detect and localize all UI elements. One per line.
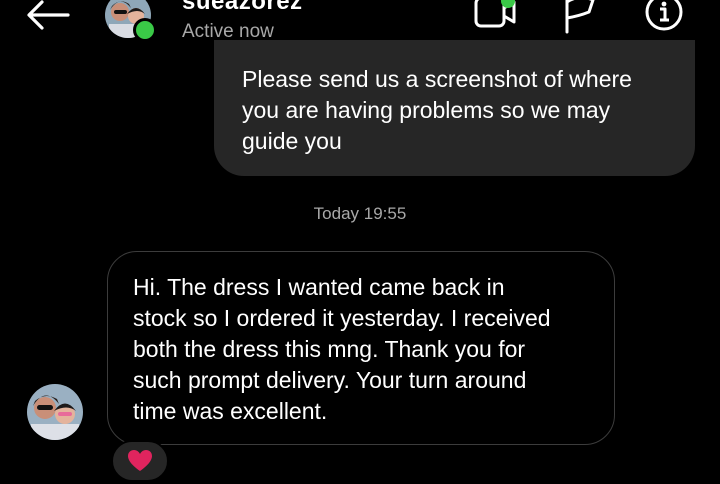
- incoming-message-bubble[interactable]: Hi. The dress I wanted came back in stoc…: [107, 251, 615, 445]
- heart-icon: [128, 450, 152, 471]
- flag-icon: [565, 0, 595, 34]
- online-indicator: [133, 18, 157, 42]
- heart-reaction[interactable]: [111, 440, 169, 482]
- report-button[interactable]: [561, 0, 601, 34]
- video-camera-icon: [474, 0, 516, 28]
- message-timestamp: Today 19:55: [313, 204, 407, 223]
- back-button[interactable]: [22, 0, 72, 30]
- incoming-message-text: Hi. The dress I wanted came back in stoc…: [133, 274, 551, 424]
- sender-avatar[interactable]: [27, 384, 83, 440]
- outgoing-message-text: Please send us a screenshot of where you…: [242, 66, 632, 154]
- contact-avatar[interactable]: [105, 0, 157, 42]
- outgoing-message-bubble[interactable]: Please send us a screenshot of where you…: [214, 40, 695, 176]
- video-call-button[interactable]: [470, 0, 520, 34]
- arrow-left-icon: [27, 0, 70, 30]
- contact-name[interactable]: sueazorez: [182, 0, 303, 16]
- info-icon: [645, 0, 683, 31]
- info-button[interactable]: [642, 0, 686, 34]
